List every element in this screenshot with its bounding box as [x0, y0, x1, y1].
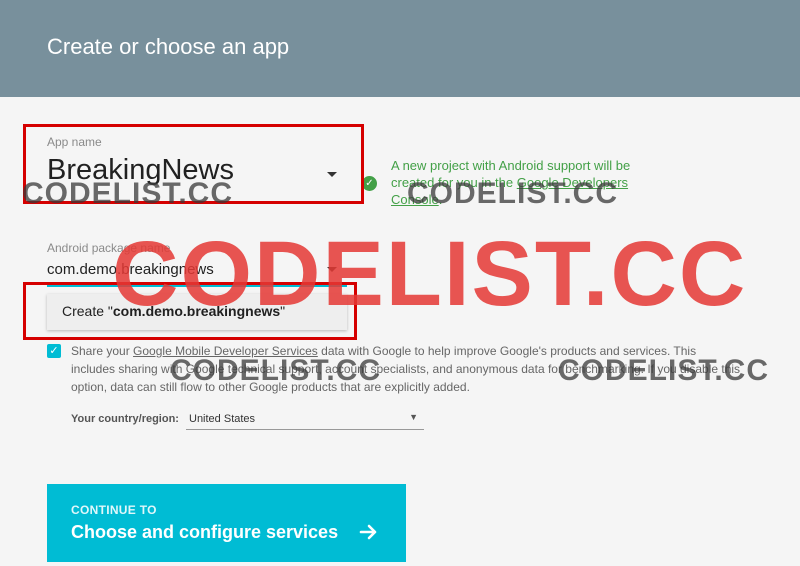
page-title: Create or choose an app	[47, 34, 290, 59]
country-label: Your country/region:	[71, 413, 179, 425]
watermark-small: CODELIST.CC	[558, 354, 770, 387]
arrow-right-icon	[359, 524, 377, 540]
share-text-before: Share your	[71, 344, 134, 358]
continue-label: Choose and configure services	[71, 522, 339, 542]
watermark-small: CODELIST.CC	[22, 177, 234, 210]
header-bar: Create or choose an app	[0, 0, 800, 97]
watermark-large: CODELIST.CC	[112, 223, 748, 325]
dropdown-triangle-icon: ▼	[409, 412, 418, 422]
watermark-small: CODELIST.CC	[407, 177, 619, 210]
share-data-checkbox[interactable]: ✓	[47, 344, 61, 358]
country-value: United States	[189, 413, 256, 425]
continue-kicker: CONTINUE TO	[71, 503, 157, 517]
country-select[interactable]: United States ▼	[186, 412, 424, 430]
continue-button[interactable]: CONTINUE TO Choose and configure service…	[47, 484, 406, 562]
watermark-small: CODELIST.CC	[170, 354, 382, 387]
check-circle-icon: ✓	[362, 176, 377, 191]
